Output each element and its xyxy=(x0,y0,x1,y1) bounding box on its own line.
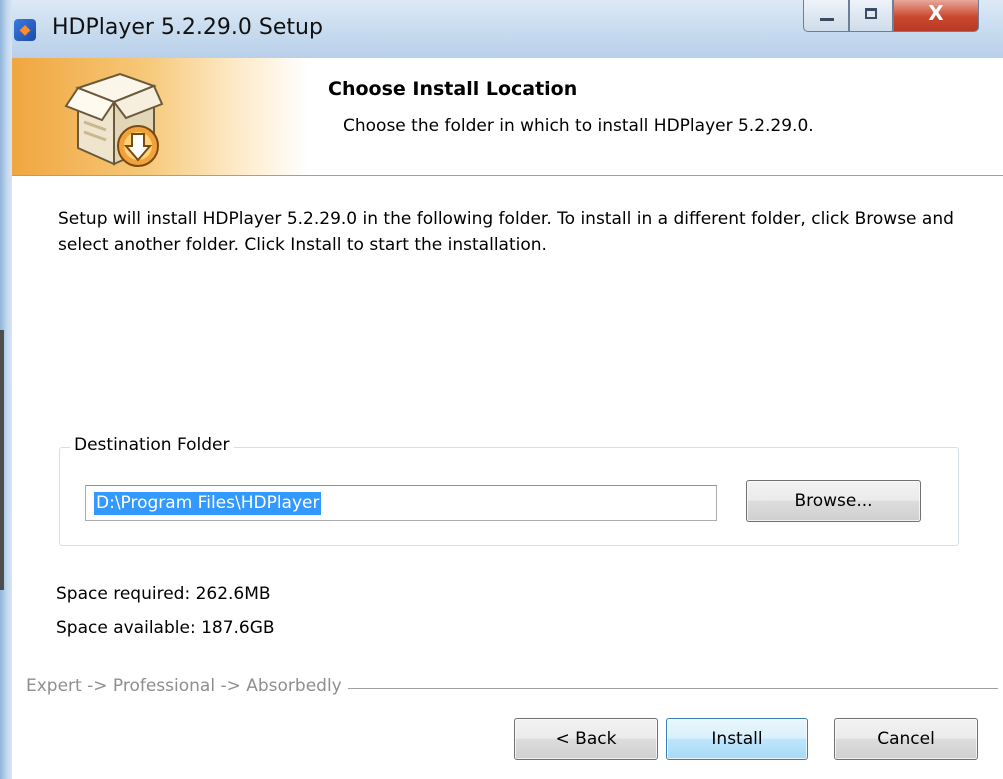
close-button[interactable]: X xyxy=(893,0,979,32)
install-button[interactable]: Install xyxy=(666,718,808,760)
back-button-label: < Back xyxy=(555,729,617,749)
close-icon: X xyxy=(928,1,944,25)
destination-path-value: D:\Program Files\HDPlayer xyxy=(94,492,322,515)
browse-button-label: Browse... xyxy=(794,491,873,511)
minimize-button[interactable] xyxy=(803,0,849,32)
wizard-body: Setup will install HDPlayer 5.2.29.0 in … xyxy=(12,176,1003,779)
destination-folder-label: Destination Folder xyxy=(70,435,234,455)
window-title: HDPlayer 5.2.29.0 Setup xyxy=(52,15,323,40)
intro-text: Setup will install HDPlayer 5.2.29.0 in … xyxy=(58,209,954,255)
wizard-header: Choose Install Location Choose the folde… xyxy=(12,58,1003,176)
minimize-icon xyxy=(820,18,834,21)
browse-button[interactable]: Browse... xyxy=(746,480,921,522)
app-icon[interactable]: ◆ xyxy=(14,19,36,41)
destination-path-input[interactable]: D:\Program Files\HDPlayer xyxy=(85,485,717,521)
install-button-label: Install xyxy=(711,729,763,749)
install-box-icon xyxy=(64,72,164,167)
branding-text: Expert -> Professional -> Absorbedly xyxy=(26,676,348,696)
header-banner xyxy=(12,58,308,175)
maximize-button[interactable] xyxy=(849,0,893,32)
back-button[interactable]: < Back xyxy=(514,718,658,760)
destination-folder-group: Destination Folder D:\Program Files\HDPl… xyxy=(59,435,959,546)
space-required: Space required: 262.6MB xyxy=(56,584,271,604)
cancel-button[interactable]: Cancel xyxy=(834,718,978,760)
page-subtitle: Choose the folder in which to install HD… xyxy=(343,116,814,136)
page-title: Choose Install Location xyxy=(328,78,578,100)
background-window-edge xyxy=(0,330,4,590)
title-bar[interactable]: ◆ HDPlayer 5.2.29.0 Setup X xyxy=(0,0,1003,58)
space-available: Space available: 187.6GB xyxy=(56,618,275,638)
window-left-border xyxy=(0,0,12,779)
maximize-icon xyxy=(865,8,877,19)
cancel-button-label: Cancel xyxy=(877,729,935,749)
